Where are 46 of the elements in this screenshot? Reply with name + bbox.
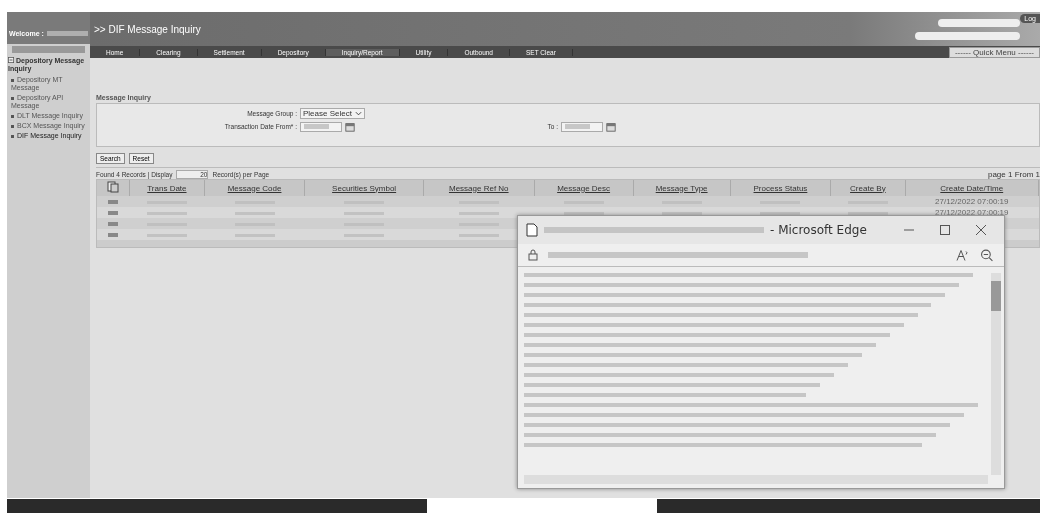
maximize-icon[interactable]: [940, 225, 950, 235]
view-icon[interactable]: [108, 233, 119, 237]
date-from-field[interactable]: [300, 121, 342, 132]
page-icon: [526, 223, 538, 237]
bullet-icon: [11, 78, 14, 82]
header-field[interactable]: [915, 31, 1020, 40]
blurred-cell: [847, 212, 888, 215]
column-header[interactable]: Securities Symbol: [304, 180, 424, 196]
column-header[interactable]: Trans Date: [129, 180, 205, 196]
header-field[interactable]: [938, 18, 1020, 27]
date-to-field[interactable]: [561, 121, 603, 132]
blurred-cell: [760, 212, 801, 215]
calendar-icon[interactable]: [606, 121, 616, 132]
bullet-icon: [11, 96, 14, 100]
table-cell: 27/12/2022 07:00:19: [935, 197, 1009, 206]
column-header[interactable]: Message Ref No: [423, 180, 535, 196]
collapse-icon[interactable]: [8, 57, 14, 63]
close-icon[interactable]: [976, 225, 986, 235]
calendar-icon[interactable]: [345, 121, 355, 132]
table-cell: 27/12/2022 07:00:19: [935, 208, 1009, 217]
message-group-select[interactable]: Please Select: [300, 108, 365, 119]
page-info: page 1 From 1: [987, 170, 1040, 179]
blurred-username: [46, 30, 88, 36]
page-title: >> DIF Message Inquiry: [93, 23, 202, 35]
lock-icon: [528, 249, 538, 261]
view-icon[interactable]: [108, 211, 119, 215]
bullet-icon: [11, 134, 14, 138]
column-header[interactable]: Create Date/Time: [905, 180, 1039, 196]
caret-icon: [354, 111, 362, 116]
bullet-icon: [11, 114, 14, 118]
vertical-scrollbar[interactable]: [991, 273, 1001, 475]
column-header[interactable]: Create By: [830, 180, 905, 196]
column-header[interactable]: Message Type: [633, 180, 731, 196]
zoom-out-icon[interactable]: [980, 248, 994, 262]
export-icon[interactable]: [107, 181, 119, 193]
read-aloud-icon[interactable]: [956, 248, 970, 262]
quick-menu-dropdown[interactable]: ------ Quick Menu ------: [948, 46, 1040, 58]
column-header[interactable]: Message Code: [204, 180, 305, 196]
view-icon[interactable]: [108, 222, 119, 226]
column-header[interactable]: Process Status: [730, 180, 831, 196]
view-icon[interactable]: [108, 200, 119, 204]
blurred-cell: [661, 212, 702, 215]
bullet-icon: [11, 124, 14, 128]
blurred-cell: [563, 212, 604, 215]
column-header[interactable]: Message Desc: [534, 180, 634, 196]
window-title: - Microsoft Edge: [770, 223, 867, 237]
